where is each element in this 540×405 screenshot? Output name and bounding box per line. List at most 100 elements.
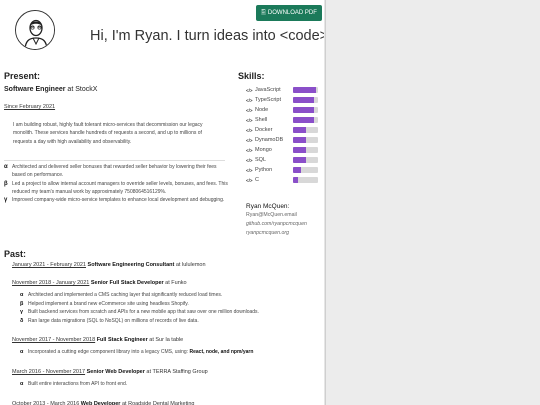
download-pdf-label: DOWNLOAD PDF	[267, 10, 317, 16]
present-role: Software Engineer	[4, 86, 66, 93]
past-job-company: Roadside Dental Marketing	[128, 400, 195, 405]
skill-item: </> Shell	[246, 115, 324, 125]
past-job-dates: October 2013 - March 2016	[12, 400, 80, 405]
past-jobs: January 2021 - February 2021 Software En…	[12, 262, 324, 405]
past-job-at: at	[146, 368, 152, 375]
list-item: α Architected and delivered seller bonuse…	[4, 163, 229, 180]
code-icon: </>	[246, 127, 253, 133]
present-job-title: Software Engineer at StockX	[4, 86, 97, 93]
skill-item: </> DynamoDB	[246, 135, 324, 145]
present-summary: I am building robust, highly fault toler…	[13, 122, 203, 145]
skill-name: Node	[255, 107, 269, 113]
blank-pane	[325, 0, 540, 405]
skill-level-bar	[293, 117, 318, 123]
list-item: γ Built backend services from scratch and…	[20, 308, 324, 317]
code-icon: </>	[246, 157, 253, 163]
skill-level-bar	[293, 97, 318, 103]
past-job-role: Full Stack Engineer	[96, 337, 148, 344]
skill-level-fill	[293, 97, 315, 103]
past-job-bullets: α Incorporated a cutting edge component l…	[20, 348, 324, 357]
skill-item: </> C	[246, 175, 324, 185]
list-item: α Architected and implemented a CMS cachi…	[20, 291, 324, 300]
code-icon: </>	[246, 97, 253, 103]
bullet-text: Architected and implemented a CMS cachin…	[28, 292, 223, 298]
list-item: δ Ran large data migrations (SQL to NoSQL…	[20, 317, 324, 326]
past-job: October 2013 - March 2016 Web Developer …	[12, 401, 324, 405]
contact-block: Ryan McQuen: Ryan@McQuen.email github.co…	[246, 202, 307, 238]
past-heading: Past:	[4, 249, 27, 259]
avatar	[15, 10, 55, 50]
code-icon: </>	[246, 87, 253, 93]
skill-item: </> Docker	[246, 125, 324, 135]
code-icon: </>	[246, 107, 253, 113]
divider	[4, 160, 225, 161]
past-job-company: lululemon	[181, 262, 206, 268]
code-icon: </>	[246, 137, 253, 143]
bullet-marker: α	[20, 292, 24, 298]
list-item: γ Improved company-wide micro-service tem…	[4, 196, 229, 204]
past-job-company: TERRA Staffing Group	[152, 368, 208, 375]
skill-item: </> Node	[246, 105, 324, 115]
skill-level-fill	[293, 137, 306, 143]
past-job-at: at	[175, 262, 181, 268]
past-job-role: Web Developer	[80, 400, 121, 405]
skills-heading: Skills:	[238, 71, 265, 81]
person-illustration-icon	[16, 11, 54, 49]
bullet-marker: γ	[4, 197, 8, 204]
past-job-title: March 2016 - November 2017 Senior Web De…	[12, 369, 324, 375]
skill-name: TypeScript	[255, 97, 281, 103]
skill-level-bar	[293, 157, 318, 163]
bullet-marker: δ	[20, 317, 24, 324]
bullet-text: Improved company-wide micro-service temp…	[12, 197, 225, 204]
skill-name: Docker	[255, 127, 273, 133]
past-job: January 2021 - February 2021 Software En…	[12, 262, 324, 268]
past-job-dates: November 2018 - January 2021	[12, 280, 90, 286]
contact-github-link[interactable]: github.com/ryanpcmcquen	[246, 221, 307, 227]
past-job-title: January 2021 - February 2021 Software En…	[12, 262, 324, 268]
present-bullets: α Architected and delivered seller bonuse…	[4, 163, 229, 204]
bullet-text: Architected and delivered seller bonuses…	[12, 164, 217, 179]
skill-name: C	[255, 177, 259, 183]
page-headline: Hi, I'm Ryan. I turn ideas into <code>.	[90, 28, 324, 44]
skill-name: DynamoDB	[255, 137, 284, 143]
code-icon: </>	[246, 177, 253, 183]
present-company: StockX	[75, 86, 98, 93]
list-item: α Built entire interactions from API to f…	[20, 380, 324, 389]
past-job-at: at	[165, 280, 170, 286]
skill-level-fill	[293, 167, 301, 173]
code-icon: </>	[246, 117, 253, 123]
skill-name: JavaScript	[255, 87, 281, 93]
contact-name: Ryan McQuen:	[246, 203, 290, 210]
list-item: β Led a project to allow internal account…	[4, 180, 229, 197]
present-heading: Present:	[4, 71, 41, 81]
bullet-text: Led a project to allow internal account …	[12, 180, 228, 195]
skill-level-bar	[293, 127, 318, 133]
contact-website-link[interactable]: ryanpcmcquen.org	[246, 230, 289, 236]
past-job-role: Software Engineering Consultant	[87, 262, 175, 268]
skill-level-bar	[293, 137, 318, 143]
past-job-at: at	[149, 337, 154, 344]
skill-level-fill	[293, 177, 298, 183]
download-icon: 🖺	[261, 10, 266, 16]
skill-level-fill	[293, 107, 315, 113]
contact-email-link[interactable]: Ryan@McQuen.email	[246, 211, 307, 220]
download-pdf-button[interactable]: 🖺 DOWNLOAD PDF	[256, 5, 322, 21]
past-job-title: November 2018 - January 2021 Senior Full…	[12, 280, 324, 286]
bullet-text: Built backend services from scratch and …	[28, 309, 259, 316]
bullet-marker: α	[4, 164, 8, 170]
past-job-role: Senior Web Developer	[86, 368, 145, 375]
past-job: November 2017 - November 2018 Full Stack…	[12, 337, 324, 357]
bullet-text: Incorporated a cutting edge component li…	[28, 349, 189, 356]
past-job-company: Sur la table	[155, 337, 184, 344]
bullet-marker: β	[20, 300, 24, 307]
skill-level-bar	[293, 87, 318, 93]
bullet-marker: α	[20, 349, 24, 356]
past-job-dates: March 2016 - November 2017	[12, 368, 86, 375]
bullet-text: Helped implement a brand new eCommerce s…	[28, 300, 189, 307]
code-icon: </>	[246, 147, 253, 153]
skill-name: SQL	[255, 157, 267, 163]
skill-level-bar	[293, 107, 318, 113]
past-job-bullets: α Architected and implemented a CMS cachi…	[20, 291, 324, 325]
past-job-title: October 2013 - March 2016 Web Developer …	[12, 401, 324, 405]
skills-list: </> JavaScript </> TypeScript </> Node </> Shel…	[246, 85, 324, 185]
